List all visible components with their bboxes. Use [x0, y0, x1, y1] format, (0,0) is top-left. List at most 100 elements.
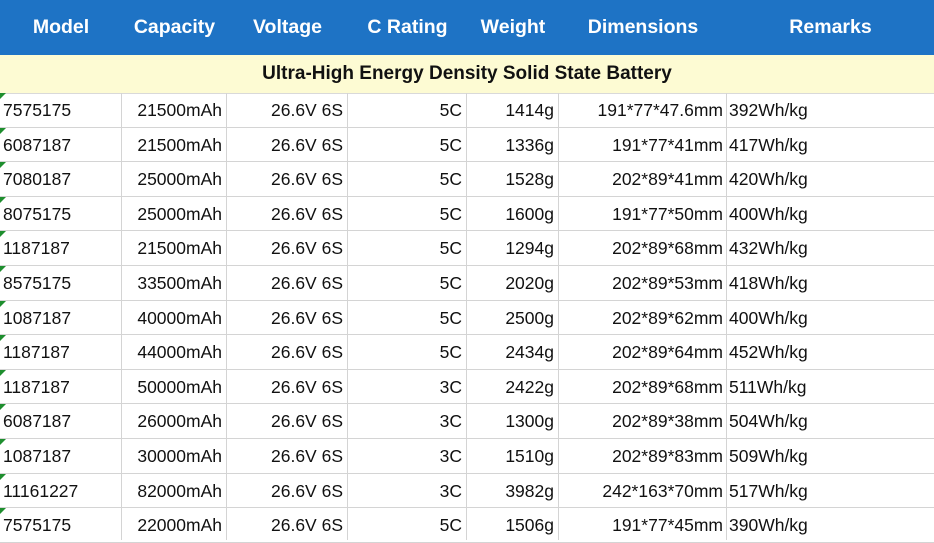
capacity-cell[interactable]: 26000mAh: [122, 404, 226, 438]
column-header-c-rating[interactable]: C Rating: [348, 0, 467, 55]
dimensions-cell[interactable]: 202*89*68mm: [559, 231, 726, 265]
remarks-cell[interactable]: 511Wh/kg: [727, 370, 934, 404]
c-rating-cell[interactable]: 5C: [348, 231, 466, 265]
capacity-cell[interactable]: 21500mAh: [122, 231, 226, 265]
column-header-remarks[interactable]: Remarks: [727, 0, 934, 55]
model-cell[interactable]: 1187187: [3, 231, 121, 265]
section-title[interactable]: Ultra-High Energy Density Solid State Ba…: [0, 55, 934, 93]
capacity-cell[interactable]: 30000mAh: [122, 439, 226, 473]
model-cell[interactable]: 11161227: [3, 474, 121, 508]
dimensions-cell[interactable]: 202*89*41mm: [559, 162, 726, 196]
remarks-cell[interactable]: 504Wh/kg: [727, 404, 934, 438]
capacity-cell[interactable]: 25000mAh: [122, 197, 226, 231]
weight-cell[interactable]: 1414g: [467, 93, 558, 127]
capacity-cell[interactable]: 25000mAh: [122, 162, 226, 196]
model-cell[interactable]: 6087187: [3, 128, 121, 162]
model-cell[interactable]: 6087187: [3, 404, 121, 438]
remarks-cell[interactable]: 418Wh/kg: [727, 266, 934, 300]
weight-cell[interactable]: 2020g: [467, 266, 558, 300]
column-header-model[interactable]: Model: [0, 0, 122, 55]
model-cell[interactable]: 1187187: [3, 370, 121, 404]
remarks-cell[interactable]: 509Wh/kg: [727, 439, 934, 473]
column-header-voltage[interactable]: Voltage: [227, 0, 348, 55]
c-rating-cell[interactable]: 5C: [348, 128, 466, 162]
c-rating-cell[interactable]: 3C: [348, 370, 466, 404]
c-rating-cell[interactable]: 3C: [348, 439, 466, 473]
remarks-cell[interactable]: 420Wh/kg: [727, 162, 934, 196]
c-rating-cell[interactable]: 5C: [348, 266, 466, 300]
voltage-cell[interactable]: 26.6V 6S: [227, 370, 347, 404]
voltage-cell[interactable]: 26.6V 6S: [227, 439, 347, 473]
capacity-cell[interactable]: 82000mAh: [122, 474, 226, 508]
model-cell[interactable]: 8575175: [3, 266, 121, 300]
dimensions-cell[interactable]: 202*89*53mm: [559, 266, 726, 300]
dimensions-cell[interactable]: 191*77*45mm: [559, 508, 726, 542]
c-rating-cell[interactable]: 3C: [348, 474, 466, 508]
column-header-capacity[interactable]: Capacity: [122, 0, 227, 55]
dimensions-cell[interactable]: 202*89*68mm: [559, 370, 726, 404]
model-cell[interactable]: 7080187: [3, 162, 121, 196]
dimensions-cell[interactable]: 191*77*50mm: [559, 197, 726, 231]
c-rating-cell[interactable]: 5C: [348, 162, 466, 196]
model-cell[interactable]: 1087187: [3, 301, 121, 335]
dimensions-cell[interactable]: 191*77*41mm: [559, 128, 726, 162]
dimensions-cell[interactable]: 202*89*38mm: [559, 404, 726, 438]
voltage-cell[interactable]: 26.6V 6S: [227, 301, 347, 335]
c-rating-cell[interactable]: 3C: [348, 404, 466, 438]
model-cell[interactable]: 1187187: [3, 335, 121, 369]
remarks-cell[interactable]: 392Wh/kg: [727, 93, 934, 127]
model-cell[interactable]: 7575175: [3, 508, 121, 542]
model-cell[interactable]: 7575175: [3, 93, 121, 127]
capacity-cell[interactable]: 21500mAh: [122, 93, 226, 127]
weight-cell[interactable]: 1600g: [467, 197, 558, 231]
c-rating-cell[interactable]: 5C: [348, 197, 466, 231]
remarks-cell[interactable]: 417Wh/kg: [727, 128, 934, 162]
voltage-cell[interactable]: 26.6V 6S: [227, 197, 347, 231]
weight-cell[interactable]: 2422g: [467, 370, 558, 404]
remarks-cell[interactable]: 432Wh/kg: [727, 231, 934, 265]
voltage-cell[interactable]: 26.6V 6S: [227, 162, 347, 196]
weight-cell[interactable]: 2500g: [467, 301, 558, 335]
column-divider: [121, 93, 122, 540]
dimensions-cell[interactable]: 202*89*64mm: [559, 335, 726, 369]
voltage-cell[interactable]: 26.6V 6S: [227, 231, 347, 265]
capacity-cell[interactable]: 21500mAh: [122, 128, 226, 162]
voltage-cell[interactable]: 26.6V 6S: [227, 128, 347, 162]
weight-cell[interactable]: 1294g: [467, 231, 558, 265]
voltage-cell[interactable]: 26.6V 6S: [227, 266, 347, 300]
c-rating-cell[interactable]: 5C: [348, 301, 466, 335]
voltage-cell[interactable]: 26.6V 6S: [227, 508, 347, 542]
capacity-cell[interactable]: 44000mAh: [122, 335, 226, 369]
dimensions-cell[interactable]: 191*77*47.6mm: [559, 93, 726, 127]
c-rating-cell[interactable]: 5C: [348, 335, 466, 369]
capacity-cell[interactable]: 33500mAh: [122, 266, 226, 300]
model-cell[interactable]: 8075175: [3, 197, 121, 231]
weight-cell[interactable]: 1336g: [467, 128, 558, 162]
capacity-cell[interactable]: 22000mAh: [122, 508, 226, 542]
weight-cell[interactable]: 2434g: [467, 335, 558, 369]
capacity-cell[interactable]: 50000mAh: [122, 370, 226, 404]
remarks-cell[interactable]: 400Wh/kg: [727, 197, 934, 231]
weight-cell[interactable]: 1528g: [467, 162, 558, 196]
dimensions-cell[interactable]: 242*163*70mm: [559, 474, 726, 508]
c-rating-cell[interactable]: 5C: [348, 93, 466, 127]
remarks-cell[interactable]: 517Wh/kg: [727, 474, 934, 508]
remarks-cell[interactable]: 452Wh/kg: [727, 335, 934, 369]
voltage-cell[interactable]: 26.6V 6S: [227, 335, 347, 369]
remarks-cell[interactable]: 390Wh/kg: [727, 508, 934, 542]
c-rating-cell[interactable]: 5C: [348, 508, 466, 542]
dimensions-cell[interactable]: 202*89*83mm: [559, 439, 726, 473]
model-cell[interactable]: 1087187: [3, 439, 121, 473]
remarks-cell[interactable]: 400Wh/kg: [727, 301, 934, 335]
weight-cell[interactable]: 1300g: [467, 404, 558, 438]
dimensions-cell[interactable]: 202*89*62mm: [559, 301, 726, 335]
weight-cell[interactable]: 3982g: [467, 474, 558, 508]
weight-cell[interactable]: 1506g: [467, 508, 558, 542]
weight-cell[interactable]: 1510g: [467, 439, 558, 473]
capacity-cell[interactable]: 40000mAh: [122, 301, 226, 335]
column-header-weight[interactable]: Weight: [467, 0, 559, 55]
voltage-cell[interactable]: 26.6V 6S: [227, 404, 347, 438]
voltage-cell[interactable]: 26.6V 6S: [227, 93, 347, 127]
voltage-cell[interactable]: 26.6V 6S: [227, 474, 347, 508]
column-header-dimensions[interactable]: Dimensions: [559, 0, 727, 55]
